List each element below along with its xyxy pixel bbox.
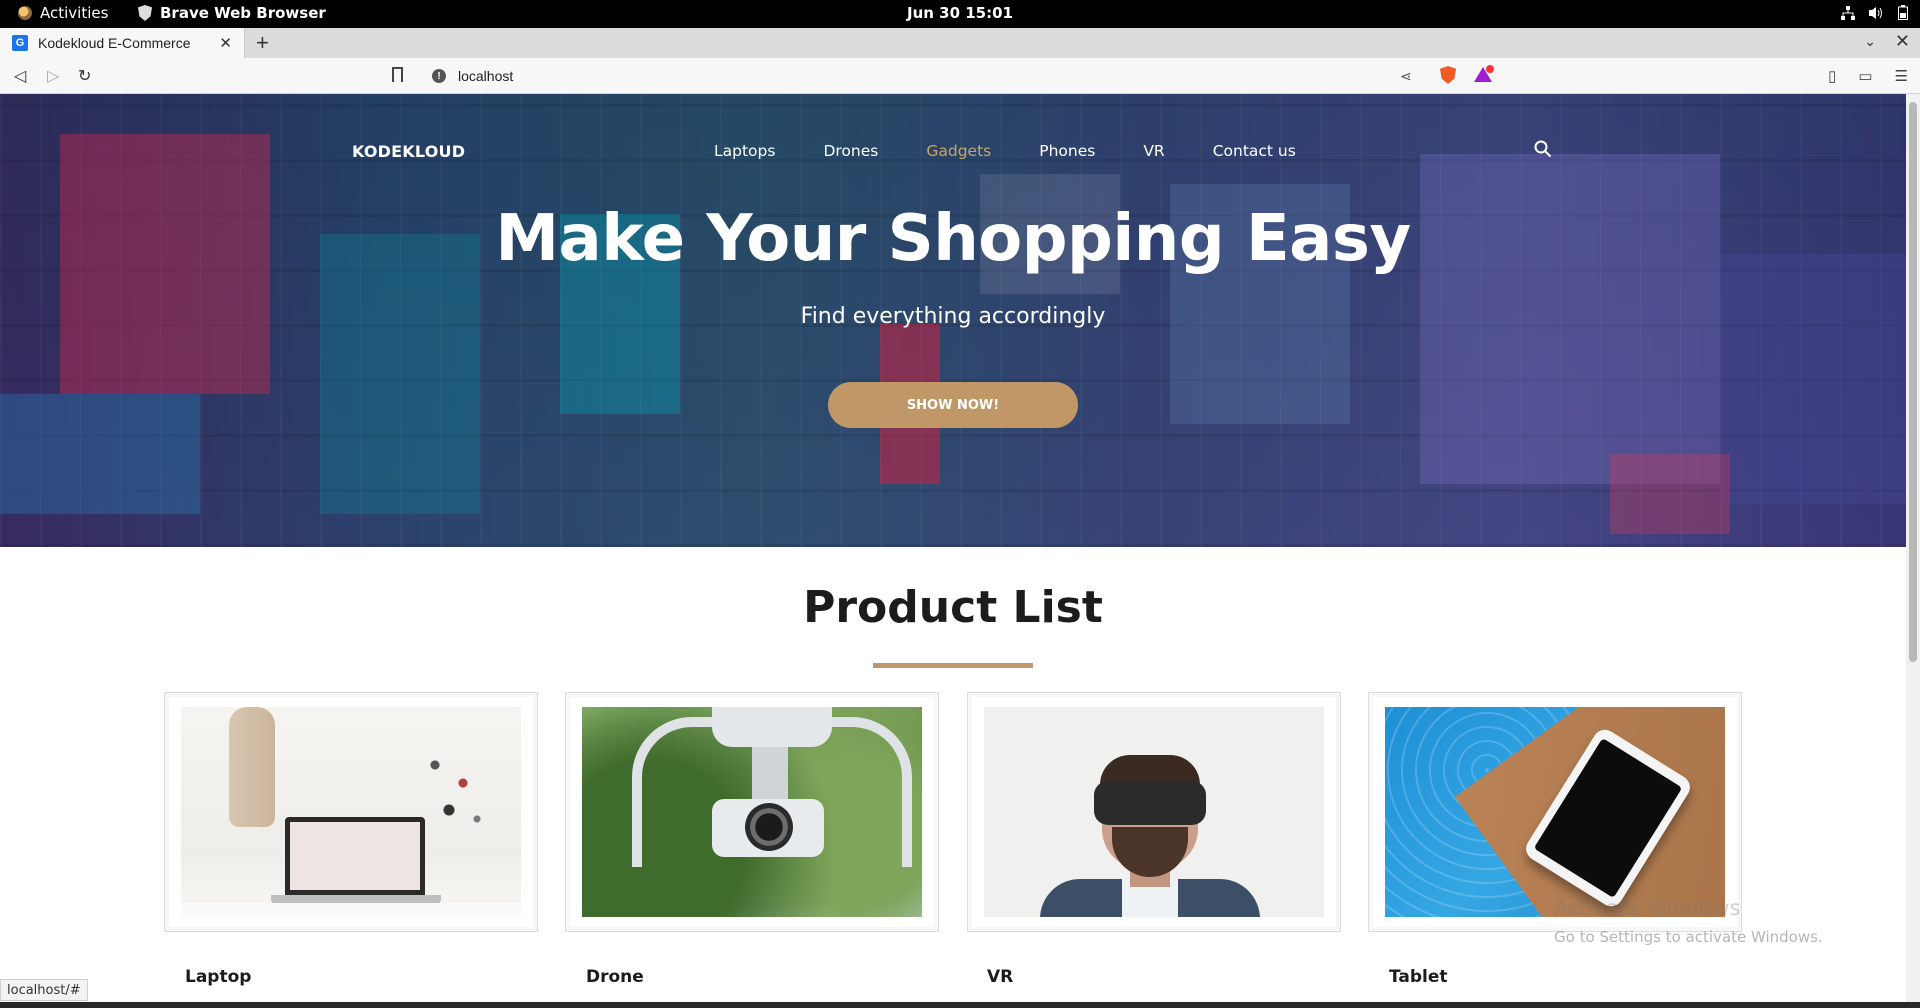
activation-watermark-title: Activate Windows [1554, 896, 1741, 920]
app-name-label: Brave Web Browser [160, 4, 326, 22]
product-card-drone[interactable] [565, 692, 939, 932]
address-bar[interactable]: ! localhost [420, 62, 1420, 90]
bookmark-icon[interactable] [392, 67, 403, 83]
activities-label: Activities [40, 4, 109, 22]
page-viewport: KODEKLOUD Laptops Drones Gadgets Phones … [0, 94, 1906, 1002]
page-scrollbar[interactable] [1906, 94, 1920, 1002]
title-underline [873, 663, 1033, 668]
drone-image [582, 707, 922, 917]
gnome-icon [18, 6, 32, 20]
app-menu[interactable]: Brave Web Browser [138, 4, 326, 22]
product-name[interactable]: Drone [586, 967, 644, 987]
reload-icon[interactable]: ↻ [78, 66, 91, 86]
rewards-badge [1486, 65, 1494, 73]
menu-icon[interactable]: ☰ [1895, 67, 1908, 85]
hero-title: Make Your Shopping Easy [495, 202, 1411, 276]
nav-laptops[interactable]: Laptops [714, 142, 775, 160]
system-top-bar: Activities Brave Web Browser Jun 30 15:0… [0, 0, 1920, 28]
product-card-vr[interactable] [967, 692, 1341, 932]
nav-vr[interactable]: VR [1143, 142, 1164, 160]
activities-button[interactable]: Activities [18, 4, 108, 22]
clock[interactable]: Jun 30 15:01 [907, 4, 1013, 22]
close-tab-icon[interactable]: ✕ [219, 34, 232, 52]
tablet-image [1385, 707, 1725, 917]
tab-strip: G Kodekloud E-Commerce ✕ + ⌄ ✕ [0, 28, 1920, 58]
link-status-bar: localhost/# [0, 979, 88, 1001]
product-name[interactable]: Laptop [185, 967, 251, 987]
search-icon[interactable] [1534, 140, 1552, 158]
url-text: localhost [458, 68, 514, 84]
system-tray[interactable] [1841, 5, 1908, 20]
vr-image [984, 707, 1324, 917]
favicon-icon: G [12, 35, 28, 51]
sidebar-toggle-icon[interactable]: ▯ [1828, 67, 1836, 85]
product-name[interactable]: VR [987, 967, 1013, 987]
activation-watermark-text: Go to Settings to activate Windows. [1554, 928, 1823, 946]
product-card-laptop[interactable] [164, 692, 538, 932]
tab-list-chevron-icon[interactable]: ⌄ [1864, 33, 1876, 50]
nav-contact[interactable]: Contact us [1213, 142, 1296, 160]
browser-toolbar: ◁ ▷ ↻ ! localhost ⋖ ▯ ▭ ☰ [0, 58, 1920, 94]
nav-drones[interactable]: Drones [823, 142, 878, 160]
hero-banner: KODEKLOUD Laptops Drones Gadgets Phones … [0, 94, 1906, 547]
browser-tab[interactable]: G Kodekloud E-Commerce ✕ [0, 28, 245, 58]
network-icon [1841, 5, 1855, 20]
main-nav: Laptops Drones Gadgets Phones VR Contact… [714, 142, 1344, 160]
brave-icon [138, 5, 152, 21]
volume-icon [1869, 6, 1882, 19]
product-name[interactable]: Tablet [1389, 967, 1448, 987]
battery-icon [1898, 5, 1908, 20]
show-now-button[interactable]: SHOW NOW! [828, 382, 1078, 428]
site-logo[interactable]: KODEKLOUD [352, 142, 465, 161]
back-icon[interactable]: ◁ [14, 66, 26, 86]
brave-shields-icon[interactable] [1440, 66, 1456, 84]
new-tab-button[interactable]: + [256, 30, 269, 56]
product-list-title: Product List [803, 582, 1103, 633]
hero-subtitle: Find everything accordingly [800, 304, 1106, 329]
share-icon[interactable]: ⋖ [1400, 68, 1412, 85]
tab-title: Kodekloud E-Commerce [38, 35, 191, 51]
site-info-icon[interactable]: ! [432, 69, 446, 83]
nav-gadgets[interactable]: Gadgets [926, 142, 991, 160]
window-close-icon[interactable]: ✕ [1895, 31, 1910, 52]
wallet-icon[interactable]: ▭ [1858, 67, 1872, 85]
scrollbar-thumb[interactable] [1909, 102, 1917, 662]
desktop-bottom-edge [0, 1002, 1920, 1008]
nav-phones[interactable]: Phones [1039, 142, 1095, 160]
forward-icon[interactable]: ▷ [47, 66, 59, 86]
laptop-image [181, 707, 521, 917]
